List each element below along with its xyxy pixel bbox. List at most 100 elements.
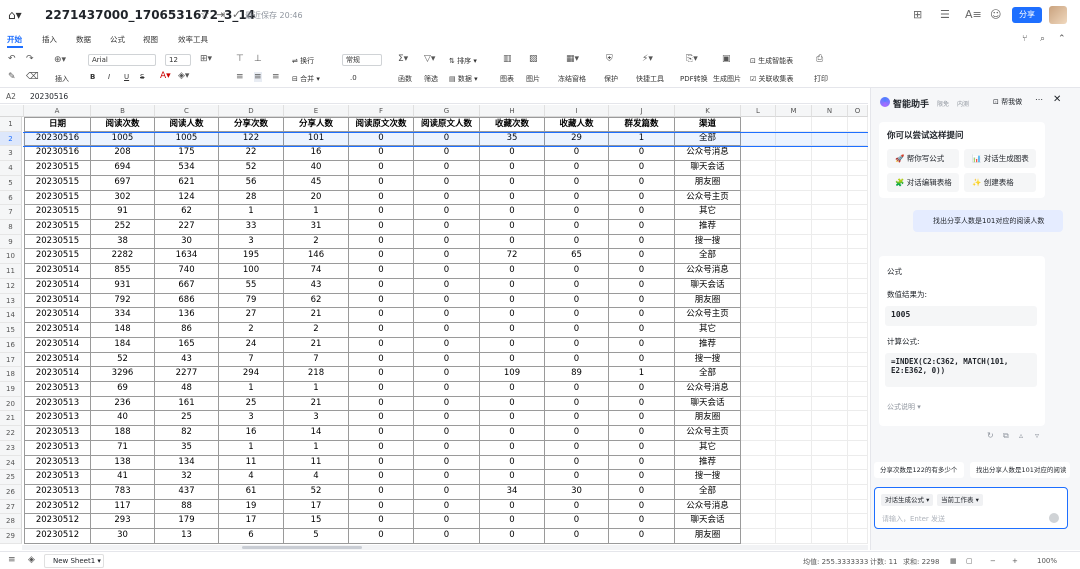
data-cell[interactable]: 0	[480, 278, 545, 294]
data-cell[interactable]: 0	[480, 352, 545, 368]
row-header[interactable]: 9	[0, 234, 22, 250]
row-header[interactable]: 2	[0, 131, 22, 147]
wrap-button[interactable]: ⇌ 换行	[292, 56, 314, 66]
data-cell[interactable]: 0	[349, 161, 414, 176]
data-cell[interactable]: 21	[284, 308, 349, 324]
function-label[interactable]: 函数	[398, 74, 412, 84]
data-cell[interactable]: 62	[155, 205, 219, 221]
data-cell[interactable]: 29	[545, 131, 609, 147]
empty-cell[interactable]	[776, 337, 812, 353]
data-cell[interactable]: 0	[480, 161, 545, 176]
tag-current-sheet[interactable]: 当前工作表 ▾	[937, 494, 983, 506]
refresh-icon[interactable]: ↻	[987, 431, 994, 440]
data-cell[interactable]: 19	[219, 499, 284, 515]
chip-edit-table[interactable]: 🧩 对话编辑表格	[887, 173, 959, 192]
data-cell[interactable]: 6	[219, 529, 284, 544]
empty-cell[interactable]	[848, 278, 868, 294]
data-cell[interactable]: 聊天会话	[675, 278, 741, 294]
data-cell[interactable]: 15	[284, 514, 349, 530]
data-cell[interactable]: 0	[545, 411, 609, 427]
data-cell[interactable]: 0	[545, 308, 609, 324]
text-size-icon[interactable]: A≡	[965, 8, 982, 21]
data-cell[interactable]: 91	[91, 205, 155, 221]
data-cell[interactable]: 697	[91, 175, 155, 191]
empty-cell[interactable]	[812, 411, 848, 427]
data-cell[interactable]: 55	[219, 278, 284, 294]
sum-icon[interactable]: Σ▾	[398, 54, 408, 64]
data-cell[interactable]: 32	[155, 470, 219, 485]
empty-cell[interactable]	[776, 470, 812, 485]
formula-input[interactable]: 20230516	[30, 92, 68, 101]
empty-cell[interactable]	[776, 529, 812, 544]
data-cell[interactable]: 0	[414, 514, 480, 530]
chart-icon[interactable]: ▥	[503, 54, 512, 64]
empty-cell[interactable]	[741, 293, 776, 309]
zoom-in-icon[interactable]: +	[1012, 557, 1018, 565]
empty-cell[interactable]	[812, 234, 848, 250]
data-cell[interactable]: 0	[480, 396, 545, 412]
data-cell[interactable]: 1634	[155, 249, 219, 265]
data-cell[interactable]: 0	[480, 426, 545, 441]
data-cell[interactable]: 0	[414, 381, 480, 397]
empty-cell[interactable]	[848, 220, 868, 235]
data-cell[interactable]: 14	[284, 426, 349, 441]
data-cell[interactable]: 搜一搜	[675, 470, 741, 485]
tag-gen-formula[interactable]: 对话生成公式 ▾	[881, 494, 934, 506]
row-header[interactable]: 21	[0, 411, 22, 427]
header-cell[interactable]: 阅读人数	[155, 117, 219, 132]
column-header-J[interactable]: J	[609, 105, 675, 117]
data-cell[interactable]: 朋友圈	[675, 529, 741, 544]
data-cell[interactable]: 20230515	[24, 234, 91, 250]
filter-label[interactable]: 筛选	[424, 74, 438, 84]
protect-label[interactable]: 保护	[604, 74, 618, 84]
format-painter-icon[interactable]: ✎	[8, 72, 16, 82]
data-cell[interactable]: 134	[155, 455, 219, 471]
header-cell[interactable]: 分享次数	[219, 117, 284, 132]
column-header-A[interactable]: A	[24, 105, 91, 117]
data-cell[interactable]: 推荐	[675, 455, 741, 471]
close-icon[interactable]: ✕	[1053, 94, 1061, 105]
data-cell[interactable]: 全部	[675, 485, 741, 500]
data-cell[interactable]: 推荐	[675, 337, 741, 353]
quick-tools-icon[interactable]: ⚡▾	[642, 54, 653, 64]
data-cell[interactable]: 175	[155, 146, 219, 162]
empty-cell[interactable]	[848, 323, 868, 338]
data-cell[interactable]: 0	[349, 220, 414, 235]
empty-cell[interactable]	[776, 278, 812, 294]
data-cell[interactable]: 20230514	[24, 308, 91, 324]
empty-cell[interactable]	[776, 131, 812, 147]
data-cell[interactable]: 40	[91, 411, 155, 427]
empty-cell[interactable]	[848, 499, 868, 515]
data-cell[interactable]: 20230515	[24, 220, 91, 235]
data-cell[interactable]: 0	[414, 499, 480, 515]
data-cell[interactable]: 0	[414, 234, 480, 250]
fill-color-icon[interactable]: ◈▾	[178, 71, 189, 81]
grid-view-icon[interactable]: ▦	[950, 557, 957, 565]
empty-cell[interactable]	[741, 499, 776, 515]
data-cell[interactable]: 1	[219, 440, 284, 456]
formula-code[interactable]: =INDEX(C2:C362, MATCH(101, E2:E362, 0))	[885, 353, 1037, 387]
bold-button[interactable]: B	[90, 73, 95, 81]
data-cell[interactable]: 27	[219, 308, 284, 324]
data-cell[interactable]: 0	[545, 470, 609, 485]
empty-cell[interactable]	[776, 175, 812, 191]
empty-cell[interactable]	[741, 352, 776, 368]
data-cell[interactable]: 3	[284, 411, 349, 427]
column-header-F[interactable]: F	[349, 105, 414, 117]
result-value[interactable]: 1005	[885, 306, 1037, 326]
chart-label[interactable]: 图表	[500, 74, 514, 84]
data-cell[interactable]: 0	[414, 249, 480, 265]
header-cell[interactable]: 日期	[24, 117, 91, 132]
data-cell[interactable]: 40	[284, 161, 349, 176]
data-cell[interactable]: 0	[349, 514, 414, 530]
empty-cell[interactable]	[776, 190, 812, 206]
data-cell[interactable]: 0	[414, 264, 480, 279]
empty-cell[interactable]	[741, 323, 776, 338]
empty-cell[interactable]	[848, 485, 868, 500]
scroll-thumb[interactable]	[242, 546, 362, 549]
data-cell[interactable]: 0	[545, 440, 609, 456]
data-cell[interactable]: 52	[219, 161, 284, 176]
row-header[interactable]: 29	[0, 529, 22, 544]
empty-cell[interactable]	[776, 264, 812, 279]
data-cell[interactable]: 20230514	[24, 293, 91, 309]
